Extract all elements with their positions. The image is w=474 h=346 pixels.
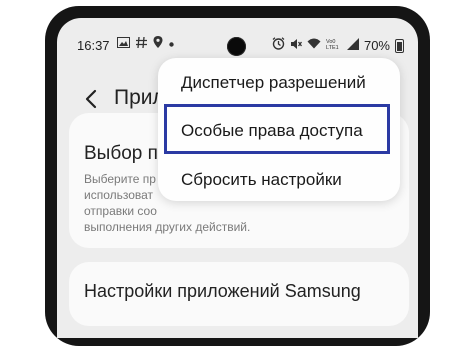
camera-hole [227, 37, 246, 56]
signal-icon [346, 37, 359, 54]
wifi-icon [307, 38, 321, 53]
card-title: Выбор пр [84, 143, 169, 164]
location-icon [153, 36, 163, 52]
status-icons-right: Vo0 LTE1 70% [272, 37, 404, 54]
hashtag-icon [136, 36, 147, 52]
samsung-app-settings-card[interactable]: Настройки приложений Samsung [69, 262, 409, 326]
highlight-box [164, 104, 390, 154]
dot-icon [169, 37, 174, 51]
back-arrow-icon[interactable] [81, 88, 103, 110]
card-title: Настройки приложений Samsung [84, 281, 361, 301]
image-icon [117, 36, 130, 52]
svg-text:LTE1: LTE1 [326, 45, 339, 50]
alarm-icon [272, 37, 285, 54]
mute-icon [290, 38, 302, 54]
status-icons-left [117, 36, 174, 52]
battery-percent: 70% [363, 38, 390, 53]
battery-icon [395, 38, 404, 53]
menu-item-reset-settings[interactable]: Сбросить настройки [181, 170, 342, 190]
status-time: 16:37 [77, 38, 110, 53]
menu-item-permission-manager[interactable]: Диспетчер разрешений [181, 73, 366, 93]
volte-icon: Vo0 LTE1 [326, 38, 342, 54]
